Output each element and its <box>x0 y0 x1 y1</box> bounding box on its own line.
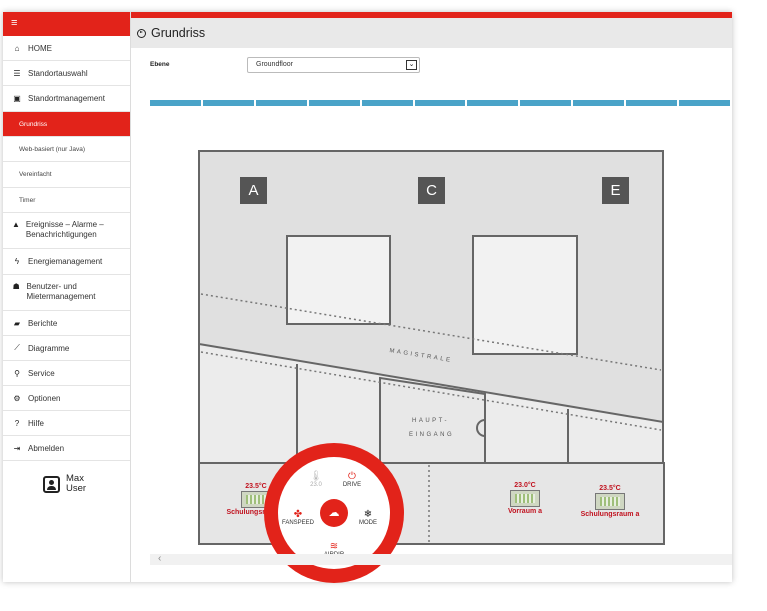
sidebar-item-benutzer-und-mietermanagement[interactable]: ☗ Benutzer- und Mietermanagement <box>3 275 130 311</box>
unit-temp: 23.5°C <box>599 485 621 492</box>
room-label-a: A <box>240 177 267 204</box>
room-label-e: E <box>602 177 629 204</box>
fan-icon: ✤ <box>293 509 303 520</box>
sidebar: ≡ ⌂ HOME ☰ Standortauswahl ▣ Standortmanageme… <box>3 12 131 582</box>
play-circle-icon <box>137 28 146 38</box>
sidebar-item-hilfe[interactable]: ? Hilfe <box>3 411 130 436</box>
cogs-icon: ⚙ <box>13 393 21 403</box>
user-last-name: User <box>66 483 87 494</box>
mode-label: MODE <box>359 520 377 526</box>
power-icon: ⏻ <box>348 471 356 482</box>
courtyard-left <box>286 235 391 325</box>
sidebar-item-abmelden[interactable]: ⇥ Abmelden <box>3 436 130 461</box>
fanspeed-label: FANSPEED <box>281 520 314 526</box>
drive-option[interactable]: ⏻ DRIVE <box>334 471 370 488</box>
cloud-sun-icon[interactable]: ☁ <box>320 499 348 527</box>
sidebar-item-label: Service <box>28 368 55 378</box>
sidebar-item-label: Timer <box>19 196 36 204</box>
question-icon: ? <box>14 418 20 428</box>
thermometer-icon: 🌡 <box>309 471 323 482</box>
unit-room: Schulungsraum a <box>580 511 640 518</box>
sidebar-item-label: Vereinfacht <box>19 171 52 178</box>
content-area: Ebene Groundfloor ⌄ A C E MAGISTRALE HAU… <box>131 48 732 583</box>
chart-icon: ⟋ <box>14 343 20 352</box>
sidebar-nav: ⌂ HOME ☰ Standortauswahl ▣ Standortmanagement… <box>3 36 130 461</box>
sidebar-item-label: Hilfe <box>28 418 45 428</box>
sidebar-item-diagramme[interactable]: ⟋ Diagramme <box>3 336 130 361</box>
user-avatar-icon <box>43 475 60 493</box>
fanspeed-option[interactable]: ✤ FANSPEED <box>280 509 316 526</box>
sidebar-item-timer[interactable]: Timer <box>3 188 130 213</box>
sidebar-item-label: Energiemanagement <box>28 257 103 266</box>
sidebar-item-label: Standortauswahl <box>28 68 88 78</box>
logout-icon: ⇥ <box>13 443 21 453</box>
page-header: Grundriss <box>131 18 732 48</box>
sidebar-item-label: HOME <box>28 43 52 53</box>
room-label-c: C <box>418 177 445 204</box>
search-icon: ⚲ <box>14 368 20 378</box>
entrance-label-1: HAUPT- <box>412 418 450 424</box>
building-icon: ▣ <box>13 94 21 103</box>
list-icon: ☰ <box>13 68 21 78</box>
ac-unit-schulungsraum-a[interactable]: 23.5°C Schulungsraum a <box>575 485 645 518</box>
sidebar-item-service[interactable]: ⚲ Service <box>3 361 130 386</box>
ac-unit-icon <box>595 493 625 510</box>
main-panel: Grundriss Ebene Groundfloor ⌄ A C E MAGI… <box>131 12 732 583</box>
sidebar-item-label: Grundriss <box>19 120 48 128</box>
home-icon: ⌂ <box>14 43 20 53</box>
sidebar-item-home[interactable]: ⌂ HOME <box>3 36 130 61</box>
user-profile[interactable]: Max User <box>43 474 86 494</box>
menu-icon[interactable]: ≡ <box>11 18 17 29</box>
airflow-icon: ≋ <box>329 541 339 552</box>
sidebar-item-energiemanagement[interactable]: ϟ Energiemanagement <box>3 249 130 275</box>
sidebar-item-label: Web-basiert (nur Java) <box>19 145 85 153</box>
sidebar-item-web-basiert-nur-java[interactable]: Web-basiert (nur Java) <box>3 137 130 162</box>
sidebar-item-label: Berichte <box>28 318 58 328</box>
entrance-label-2: EINGANG <box>409 432 455 438</box>
sidebar-item-vereinfacht[interactable]: Vereinfacht <box>3 162 130 188</box>
mode-option[interactable]: ❄ MODE <box>350 509 386 526</box>
sidebar-item-ereignisse-alarme-benachrichtigungen[interactable]: ▲ Ereignisse – Alarme – Benachrichtigunge… <box>3 213 130 249</box>
unit-room: Vorraum a <box>507 508 543 515</box>
users-icon: ☗ <box>12 282 20 291</box>
drive-label: DRIVE <box>342 482 362 488</box>
sidebar-item-label: Standortmanagement <box>28 94 105 103</box>
folder-icon: ▰ <box>13 318 21 328</box>
sidebar-item-label: Optionen <box>28 393 61 403</box>
bolt-icon: ϟ <box>14 257 20 266</box>
ac-unit-icon <box>510 490 540 507</box>
user-name: Max User <box>66 474 86 494</box>
temperature-label: 23.0 <box>310 482 322 488</box>
sidebar-item-label: Abmelden <box>28 443 65 453</box>
ac-unit-vorraum-a[interactable]: 23.0°C Vorraum a <box>495 482 555 515</box>
unit-temp: 23.0°C <box>514 482 536 489</box>
sidebar-item-grundriss[interactable]: Grundriss <box>3 112 130 137</box>
sidebar-item-label: Benutzer- und Mietermanagement <box>26 282 96 301</box>
temperature-option[interactable]: 🌡 23.0 <box>298 471 334 488</box>
sidebar-item-berichte[interactable]: ▰ Berichte <box>3 311 130 336</box>
warning-icon: ▲ <box>12 220 20 229</box>
sidebar-header: ≡ <box>3 12 130 36</box>
page-title: Grundriss <box>151 26 206 40</box>
horizontal-scrollbar[interactable]: ‹ <box>150 553 732 565</box>
chevron-left-icon[interactable]: ‹ <box>158 553 161 564</box>
sidebar-item-optionen[interactable]: ⚙ Optionen <box>3 386 130 411</box>
courtyard-right <box>472 235 578 355</box>
sidebar-item-standortauswahl[interactable]: ☰ Standortauswahl <box>3 61 130 86</box>
sidebar-item-label: Diagramme <box>28 343 70 353</box>
snowflake-icon: ❄ <box>363 509 373 520</box>
sidebar-item-label: Ereignisse – Alarme – Benachrichtigungen <box>25 220 104 239</box>
sidebar-item-standortmanagement[interactable]: ▣ Standortmanagement <box>3 86 130 112</box>
